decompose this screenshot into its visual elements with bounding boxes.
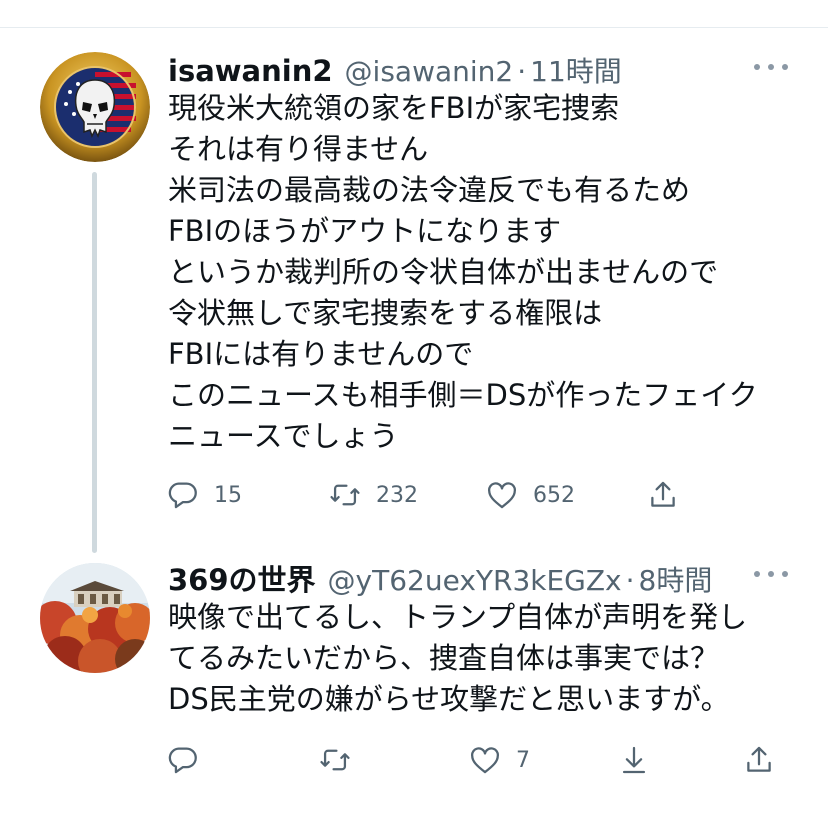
share-button[interactable] <box>646 475 680 515</box>
tweet-1[interactable]: isawanin2 @isawanin2 · 11時間 現役米大統領の家をFBI… <box>0 0 828 555</box>
display-name[interactable]: isawanin2 <box>168 54 333 88</box>
tweet-text-line: DS民主党の嫌がらせ攻撃だと思いますが。 <box>168 682 730 716</box>
separator-dot: · <box>625 564 635 597</box>
thread-connector-line <box>92 172 97 553</box>
more-options-icon[interactable] <box>754 60 788 74</box>
user-handle[interactable]: @isawanin2 <box>345 55 514 88</box>
share-icon <box>742 743 776 777</box>
tweet-text-line: FBIには有りませんので <box>168 337 474 371</box>
avatar-isawanin2[interactable] <box>40 52 150 162</box>
share-button[interactable] <box>742 740 776 780</box>
reply-button[interactable] <box>166 740 200 780</box>
reply-count: 15 <box>214 482 242 508</box>
retweet-button[interactable] <box>318 740 352 780</box>
reply-icon <box>166 743 200 777</box>
tweet-actions: 15 232 652 <box>160 475 800 515</box>
download-button[interactable] <box>617 740 651 780</box>
tweet-text-line: FBIのほうがアウトになります <box>168 214 562 248</box>
tweet-text: 現役米大統領の家をFBIが家宅捜索 それは有り得ません 米司法の最高裁の法令違反… <box>168 88 758 457</box>
timestamp[interactable]: 8時間 <box>639 559 713 599</box>
retweet-icon <box>328 478 362 512</box>
like-count: 7 <box>516 747 530 773</box>
retweet-button[interactable]: 232 <box>328 475 418 515</box>
like-button[interactable]: 7 <box>468 740 530 780</box>
tweet-2[interactable]: 369の世界 @yT62uexYR3kEGZx · 8時間 映像で出てるし、トラ… <box>0 555 828 819</box>
tweet-header: isawanin2 @isawanin2 · 11時間 <box>168 50 622 90</box>
user-handle[interactable]: @yT62uexYR3kEGZx <box>328 564 622 597</box>
tweet-text-line: 映像で出てるし、トランプ自体が声明を発し <box>168 600 748 634</box>
reply-button[interactable]: 15 <box>166 475 242 515</box>
tweet-text-line: それは有り得ません <box>168 132 429 166</box>
tweet-text-line: てるみたいだから、捜査自体は事実では？ <box>168 641 720 675</box>
retweet-count: 232 <box>376 482 418 508</box>
tweet-text-line: 米司法の最高裁の法令違反でも有るため <box>168 173 691 207</box>
more-options-icon[interactable] <box>754 567 788 581</box>
tweet-actions: 7 <box>160 740 800 780</box>
avatar-369-no-sekai[interactable] <box>40 563 150 673</box>
reply-icon <box>166 478 200 512</box>
tweet-text-line: というか裁判所の令状自体が出ませんので <box>168 255 719 289</box>
tweet-text-line: 現役米大統領の家をFBIが家宅捜索 <box>168 91 620 125</box>
heart-icon <box>468 743 502 777</box>
tweet-text-line: 令状無しで家宅捜索をする権限は <box>168 296 603 330</box>
timestamp[interactable]: 11時間 <box>530 50 622 90</box>
tweet-text-line: このニュースも相手側＝DSが作ったフェイク <box>168 378 758 412</box>
display-name[interactable]: 369の世界 <box>168 557 316 599</box>
like-button[interactable]: 652 <box>485 475 575 515</box>
share-icon <box>646 478 680 512</box>
retweet-icon <box>318 743 352 777</box>
tweet-header: 369の世界 @yT62uexYR3kEGZx · 8時間 <box>168 557 712 597</box>
download-arrow-icon <box>617 743 651 777</box>
tweet-text-line: ニュースでしょう <box>168 419 399 453</box>
tweet-text: 映像で出てるし、トランプ自体が声明を発し てるみたいだから、捜査自体は事実では？… <box>168 597 747 720</box>
like-count: 652 <box>533 482 575 508</box>
heart-icon <box>485 478 519 512</box>
separator-dot: · <box>517 55 527 88</box>
